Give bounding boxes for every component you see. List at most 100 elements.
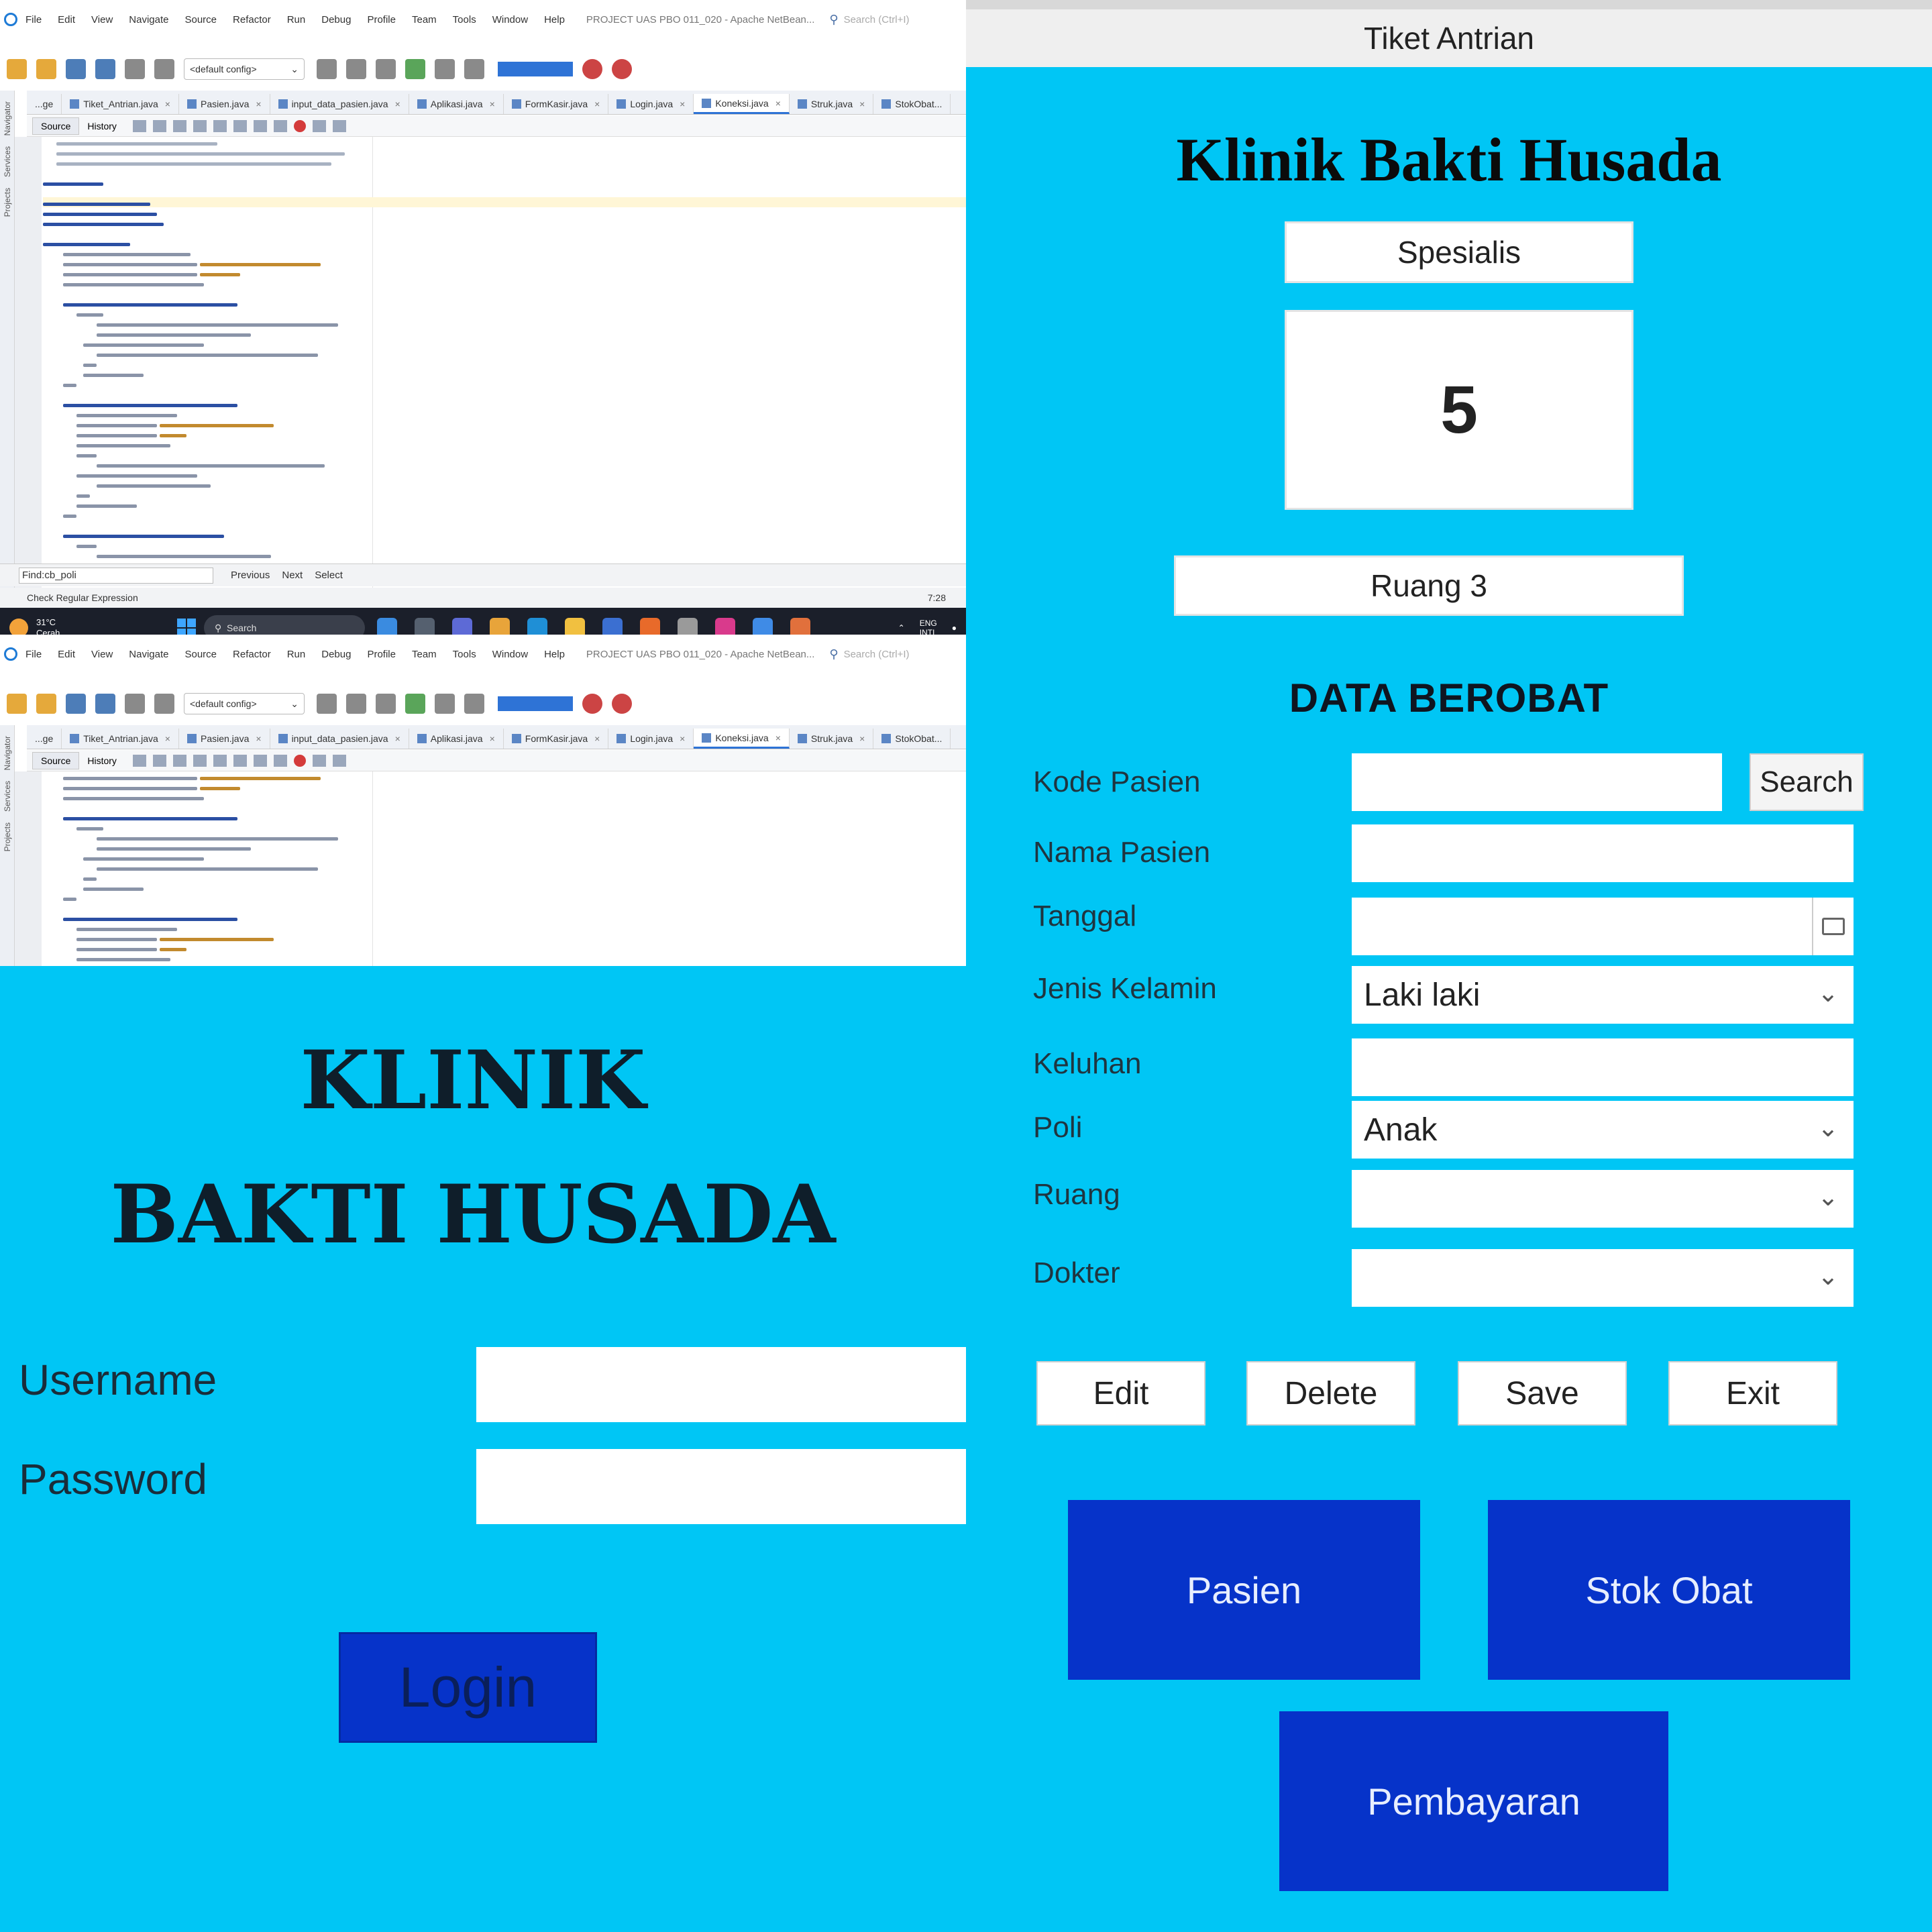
history-tab[interactable]: History <box>79 118 125 134</box>
new-file-icon[interactable] <box>7 59 27 79</box>
forward-icon[interactable] <box>152 119 166 132</box>
comment-icon[interactable] <box>332 754 346 767</box>
dokter-select[interactable]: ⌄ <box>1352 1249 1854 1307</box>
sidebar-tab-services[interactable]: Services <box>3 146 12 177</box>
menu-edit[interactable]: Edit <box>58 649 75 660</box>
sidebar-tab-projects[interactable]: Projects <box>3 822 12 851</box>
history-tab[interactable]: History <box>79 753 125 769</box>
tab-login[interactable]: Login.java × <box>608 729 694 749</box>
shift-left-icon[interactable] <box>253 119 267 132</box>
menu-window[interactable]: Window <box>492 14 528 25</box>
menu-help[interactable]: Help <box>544 649 565 660</box>
sidebar-tab-navigator[interactable]: Navigator <box>3 101 12 136</box>
edit-button[interactable]: Edit <box>1036 1361 1205 1426</box>
close-icon[interactable]: × <box>680 733 685 744</box>
close-icon[interactable]: × <box>775 98 781 109</box>
menu-profile[interactable]: Profile <box>367 649 396 660</box>
search-button[interactable]: Search <box>1750 753 1864 811</box>
toggle-highlight-icon[interactable] <box>233 754 247 767</box>
calendar-icon[interactable] <box>1812 898 1854 955</box>
pasien-button[interactable]: Pasien <box>1068 1500 1420 1680</box>
config-select[interactable]: <default config> ⌄ <box>184 693 305 714</box>
close-icon[interactable]: × <box>165 99 170 109</box>
tanggal-date-picker[interactable] <box>1352 898 1854 955</box>
config-select[interactable]: <default config> ⌄ <box>184 58 305 80</box>
menu-refactor[interactable]: Refactor <box>233 14 271 25</box>
shift-right-icon[interactable] <box>273 754 287 767</box>
tab-overflow[interactable]: ...ge <box>27 94 62 114</box>
new-project-icon[interactable] <box>36 694 56 714</box>
clean-build-icon[interactable] <box>376 694 396 714</box>
open-project-icon[interactable] <box>66 694 86 714</box>
tab-stokobat[interactable]: StokObat... <box>873 729 951 749</box>
tab-login[interactable]: Login.java × <box>608 94 694 114</box>
run-icon[interactable] <box>405 59 425 79</box>
memory-usage-bar[interactable] <box>498 696 573 711</box>
close-icon[interactable]: × <box>859 99 865 109</box>
tab-formkasir[interactable]: FormKasir.java × <box>504 729 609 749</box>
toggle-highlight-icon[interactable] <box>233 119 247 132</box>
username-field[interactable] <box>476 1347 966 1422</box>
close-icon[interactable]: × <box>395 99 400 109</box>
menu-tools[interactable]: Tools <box>453 14 476 25</box>
record-macro-icon[interactable] <box>293 119 306 132</box>
source-tab[interactable]: Source <box>32 117 80 135</box>
sidebar-tab-services[interactable]: Services <box>3 781 12 812</box>
tab-input-data-pasien[interactable]: input_data_pasien.java × <box>270 94 409 114</box>
save-all-icon[interactable] <box>95 59 115 79</box>
tab-tiket-antrian[interactable]: Tiket_Antrian.java × <box>62 94 179 114</box>
find-icon[interactable] <box>172 119 186 132</box>
stok-obat-button[interactable]: Stok Obat <box>1488 1500 1850 1680</box>
profile-ide-icon[interactable] <box>612 694 632 714</box>
kode-pasien-input[interactable] <box>1352 753 1722 811</box>
menu-window[interactable]: Window <box>492 649 528 660</box>
find-next-button[interactable]: Next <box>282 570 303 581</box>
hammer-icon[interactable] <box>346 694 366 714</box>
back-icon[interactable] <box>132 119 146 132</box>
pembayaran-button[interactable]: Pembayaran <box>1279 1711 1668 1891</box>
find-icon[interactable] <box>172 754 186 767</box>
redo-icon[interactable] <box>154 694 174 714</box>
menu-help[interactable]: Help <box>544 14 565 25</box>
gc-icon[interactable] <box>582 59 602 79</box>
find-select-button[interactable]: Select <box>315 570 343 581</box>
menu-tools[interactable]: Tools <box>453 649 476 660</box>
hammer-icon[interactable] <box>346 59 366 79</box>
tab-pasien[interactable]: Pasien.java × <box>179 94 270 114</box>
stop-macro-icon[interactable] <box>312 119 326 132</box>
shift-left-icon[interactable] <box>253 754 267 767</box>
find-previous-button[interactable]: Previous <box>231 570 270 581</box>
record-macro-icon[interactable] <box>293 754 306 767</box>
globe-icon[interactable] <box>317 694 337 714</box>
forward-icon[interactable] <box>152 754 166 767</box>
find-input[interactable]: Find: cb_poli <box>19 567 213 584</box>
poli-select[interactable]: Anak ⌄ <box>1352 1101 1854 1159</box>
nama-pasien-input[interactable] <box>1352 824 1854 882</box>
tab-koneksi[interactable]: Koneksi.java × <box>694 729 790 749</box>
menu-navigate[interactable]: Navigate <box>129 14 168 25</box>
menu-edit[interactable]: Edit <box>58 14 75 25</box>
tab-pasien[interactable]: Pasien.java × <box>179 729 270 749</box>
find-prev-icon[interactable] <box>193 119 207 132</box>
menu-run[interactable]: Run <box>287 14 306 25</box>
undo-icon[interactable] <box>125 59 145 79</box>
new-project-icon[interactable] <box>36 59 56 79</box>
keluhan-input[interactable] <box>1352 1038 1854 1096</box>
close-icon[interactable]: × <box>490 99 495 109</box>
menu-refactor[interactable]: Refactor <box>233 649 271 660</box>
stop-macro-icon[interactable] <box>312 754 326 767</box>
profile-ide-icon[interactable] <box>612 59 632 79</box>
source-tab[interactable]: Source <box>32 751 80 769</box>
ide-search-box[interactable]: ⚲ Search (Ctrl+I) <box>829 13 909 27</box>
close-icon[interactable]: × <box>859 733 865 744</box>
back-icon[interactable] <box>132 754 146 767</box>
find-next-icon[interactable] <box>213 119 227 132</box>
menu-debug[interactable]: Debug <box>321 14 351 25</box>
close-icon[interactable]: × <box>490 733 495 744</box>
close-icon[interactable]: × <box>680 99 685 109</box>
menu-team[interactable]: Team <box>412 14 437 25</box>
delete-button[interactable]: Delete <box>1246 1361 1415 1426</box>
login-button[interactable]: Login <box>339 1632 597 1743</box>
gc-icon[interactable] <box>582 694 602 714</box>
sidebar-tab-projects[interactable]: Projects <box>3 188 12 217</box>
